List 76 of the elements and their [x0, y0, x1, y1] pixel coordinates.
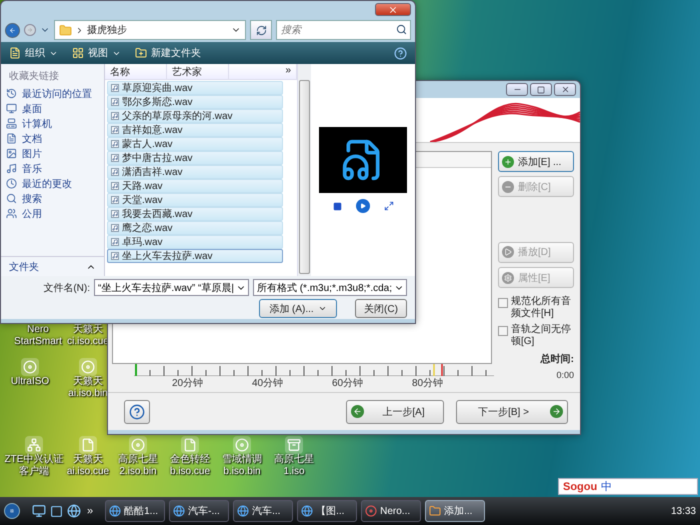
toolbar-button[interactable]: 组织	[9, 46, 58, 60]
file-type-dropdown[interactable]: 所有格式 (*.m3u;*.m3u8;*.cda;	[252, 279, 407, 296]
icon-label: ci.iso.cue	[67, 336, 109, 348]
icon-label: 天籁天	[73, 376, 103, 388]
toolbar-button[interactable]: 视图	[72, 46, 121, 60]
file-item[interactable]: 草原迎宾曲.wav	[107, 81, 283, 95]
timeline-label: 80分钟	[412, 376, 444, 390]
file-item[interactable]: 鄂尔多斯恋.wav	[107, 95, 283, 109]
icon-label: 天籁天	[73, 454, 103, 466]
favorite-link[interactable]: 桌面	[1, 101, 104, 116]
favorite-link[interactable]: 文档	[1, 131, 104, 146]
file-item[interactable]: 卓玛.wav	[107, 235, 283, 249]
icon-label: ZTE中兴认证	[4, 454, 64, 466]
favorite-link[interactable]: 图片	[1, 146, 104, 161]
file-item[interactable]: 天路.wav	[107, 179, 283, 193]
icon-label: 天籁天	[73, 324, 103, 336]
file-item[interactable]: 蒙古人.wav	[107, 137, 283, 151]
file-item[interactable]: 鹰之恋.wav	[107, 221, 283, 235]
column-header[interactable]: 艺术家	[167, 64, 229, 79]
add-button[interactable]: 添加 (A)...	[259, 299, 337, 318]
icon-label: Nero	[27, 324, 49, 336]
icon-label: 2.iso.bin	[119, 466, 157, 478]
file-item[interactable]: 天堂.wav	[107, 193, 283, 207]
search-field[interactable]: 搜索	[276, 20, 411, 40]
option-label: 音轨之间无停顿[G]	[511, 324, 572, 348]
icon-label: 高原七星	[274, 454, 314, 466]
icon-label: 高原七星	[118, 454, 158, 466]
icon-label: 金色转经	[170, 454, 210, 466]
taskbar-button[interactable]: 汽车...	[233, 500, 294, 522]
file-item[interactable]: 我要去西藏.wav	[107, 207, 283, 221]
ime-mode[interactable]: 中	[601, 479, 612, 494]
add-button[interactable]: 添加[E] ...	[498, 151, 574, 172]
timeline-label: 40分钟	[252, 376, 284, 390]
pane-heading: 收藏夹链接	[8, 70, 60, 84]
more-columns-button[interactable]: »	[229, 64, 297, 79]
favorite-link[interactable]: 计算机	[1, 116, 104, 131]
icon-label: ai.iso.cue	[66, 466, 110, 478]
timeline-label: 60分钟	[332, 376, 364, 390]
address-bar[interactable]: 摄虎独步	[54, 20, 246, 40]
clock: 13:33	[670, 506, 696, 516]
close-button[interactable]: 关闭(C)	[355, 299, 407, 318]
taskbar-button[interactable]: 添加...	[425, 500, 486, 522]
filename-field[interactable]: “坐上火车去拉萨.wav” “草原晨|	[94, 279, 249, 296]
icon-label: 1.iso	[283, 466, 305, 478]
favorite-link[interactable]: 公用	[1, 206, 104, 221]
column-header[interactable]: 名称	[105, 64, 167, 79]
file-item[interactable]: 坐上火车去拉萨.wav	[107, 249, 283, 263]
favorite-link[interactable]: 最近的更改	[1, 176, 104, 191]
icon-label: b.iso.cue	[170, 466, 210, 478]
file-item[interactable]: 吉祥如意.wav	[107, 123, 283, 137]
timeline-label: 20分钟	[172, 376, 204, 390]
total-time-value: 0:00	[555, 370, 574, 380]
total-time-label: 总时间:	[539, 352, 574, 366]
icon-label: b.iso.bin	[223, 466, 261, 478]
filename-label: 文件名(N):	[43, 282, 90, 294]
icon-label: ai.iso.bin	[68, 388, 108, 400]
ime-logo: Sogou	[563, 480, 598, 492]
taskbar-button[interactable]: Nero...	[361, 500, 422, 522]
favorite-link[interactable]: 搜索	[1, 191, 104, 206]
back-button[interactable]: 上一步[A]	[346, 400, 444, 424]
file-item[interactable]: 梦中唐古拉.wav	[107, 151, 283, 165]
icon-label: 客户端	[19, 466, 49, 478]
option-label: 规范化所有音频文件[H]	[511, 296, 572, 320]
taskbar-button[interactable]: 汽车-...	[169, 500, 230, 522]
next-button[interactable]: 下一步[B] >	[456, 400, 568, 424]
icon-label: UltraISO	[10, 376, 50, 388]
favorite-link[interactable]: 音乐	[1, 161, 104, 176]
toolbar-button[interactable]: 新建文件夹	[135, 46, 201, 60]
taskbar-button[interactable]: 酷酷1...	[105, 500, 166, 522]
icon-label: 雪域情调	[222, 454, 262, 466]
more-button[interactable]: »	[87, 505, 94, 517]
taskbar-button[interactable]: 【图...	[297, 500, 358, 522]
favorite-link[interactable]: 最近访问的位置	[1, 86, 104, 101]
icon-label: StartSmart	[14, 336, 62, 348]
file-item[interactable]: 潇洒吉祥.wav	[107, 165, 283, 179]
file-item[interactable]: 父亲的草原母亲的河.wav	[107, 109, 283, 123]
